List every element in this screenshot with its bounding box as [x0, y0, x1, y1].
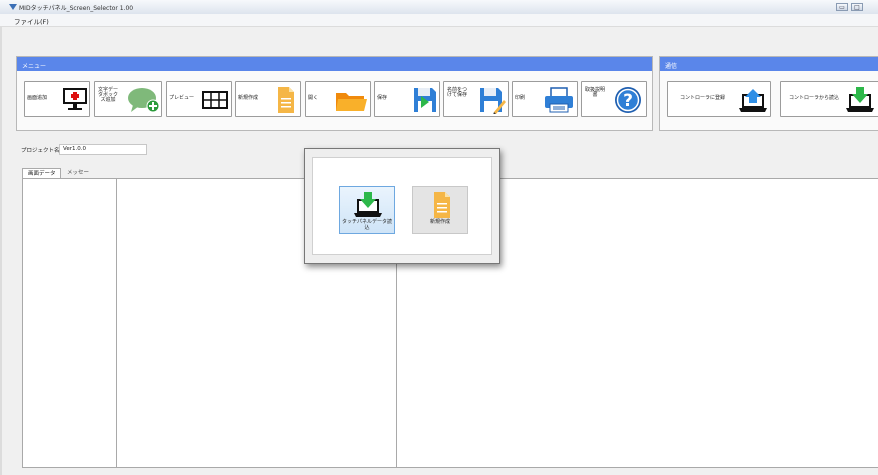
new-label: 新規作成: [238, 95, 259, 101]
communication-group-header: 通信: [660, 57, 878, 71]
menu-bar: ファイル(F): [0, 14, 878, 27]
menu-group-title: メニュー: [22, 63, 47, 70]
svg-text:?: ?: [623, 91, 633, 111]
new-document-icon: [434, 192, 450, 218]
register-to-controller-label: コントローラに登録: [680, 95, 726, 101]
download-laptop-icon: [354, 192, 382, 217]
new-button[interactable]: 新規作成: [235, 81, 301, 117]
communication-group: 通信 コントローラに登録 コントローラから読込: [659, 56, 878, 131]
manual-button[interactable]: 取扱説明書 ?: [581, 81, 647, 117]
monitor-plus-icon: [63, 88, 87, 110]
save-label: 保存: [377, 95, 388, 101]
save-icon: [414, 88, 436, 112]
add-screen-button[interactable]: 画面追加: [24, 81, 90, 117]
save-as-label: 名前をつけて保存: [446, 87, 467, 98]
title-bar: MIDタッチパネル_Screen_Selector 1.00 ▭ □: [0, 0, 878, 14]
start-dialog-body: タッチパネルデータ読込 新規作成: [312, 157, 492, 255]
upload-laptop-icon: [739, 89, 767, 112]
load-touchpanel-data-label: タッチパネルデータ読込: [341, 219, 392, 231]
start-dialog: タッチパネルデータ読込 新規作成: [304, 148, 500, 264]
download-laptop-icon: [846, 87, 874, 112]
save-as-button[interactable]: 名前をつけて保存: [443, 81, 509, 117]
preview-button[interactable]: プレビュー: [166, 81, 232, 117]
screen-list-pane[interactable]: [22, 178, 117, 468]
add-textbox-label: 文字データボックス追加: [97, 87, 118, 103]
read-from-controller-label: コントローラから読込: [789, 95, 840, 101]
dialog-new-button[interactable]: 新規作成: [412, 186, 468, 234]
preview-label: プレビュー: [169, 95, 195, 101]
project-name-label: プロジェクト名: [21, 148, 60, 154]
maximize-button[interactable]: □: [851, 3, 863, 11]
communication-group-title: 通信: [665, 63, 678, 70]
printer-icon: [545, 87, 573, 113]
window-title: MIDタッチパネル_Screen_Selector 1.00: [19, 5, 134, 12]
grid-preview-icon: [202, 91, 228, 109]
help-icon: ?: [615, 87, 641, 113]
app-icon: [9, 4, 17, 10]
print-label: 印刷: [515, 95, 526, 101]
save-button[interactable]: 保存: [374, 81, 440, 117]
open-label: 開く: [308, 95, 319, 101]
window-left-edge: [0, 26, 2, 475]
menu-file[interactable]: ファイル(F): [14, 16, 49, 26]
project-name-input[interactable]: Ver1.0.0: [59, 144, 147, 155]
add-textbox-button[interactable]: 文字データボックス追加: [94, 81, 162, 117]
folder-icon: [336, 93, 367, 111]
open-button[interactable]: 開く: [305, 81, 371, 117]
save-as-icon: [480, 88, 506, 114]
menu-group: メニュー 画面追加 文字データボックス追加 プレビュー 新規作成 開く 保存 名…: [16, 56, 653, 131]
dialog-new-label: 新規作成: [429, 219, 450, 225]
load-touchpanel-data-button[interactable]: タッチパネルデータ読込: [339, 186, 395, 234]
menu-group-header: メニュー: [17, 57, 652, 71]
register-to-controller-button[interactable]: コントローラに登録: [667, 81, 771, 117]
read-from-controller-button[interactable]: コントローラから読込: [780, 81, 878, 117]
manual-label: 取扱説明書: [584, 87, 605, 98]
add-screen-label: 画面追加: [27, 95, 48, 101]
speech-bubble-plus-icon: [128, 88, 160, 113]
minimize-button[interactable]: ▭: [836, 3, 848, 11]
print-button[interactable]: 印刷: [512, 81, 578, 117]
new-document-icon: [278, 87, 294, 113]
